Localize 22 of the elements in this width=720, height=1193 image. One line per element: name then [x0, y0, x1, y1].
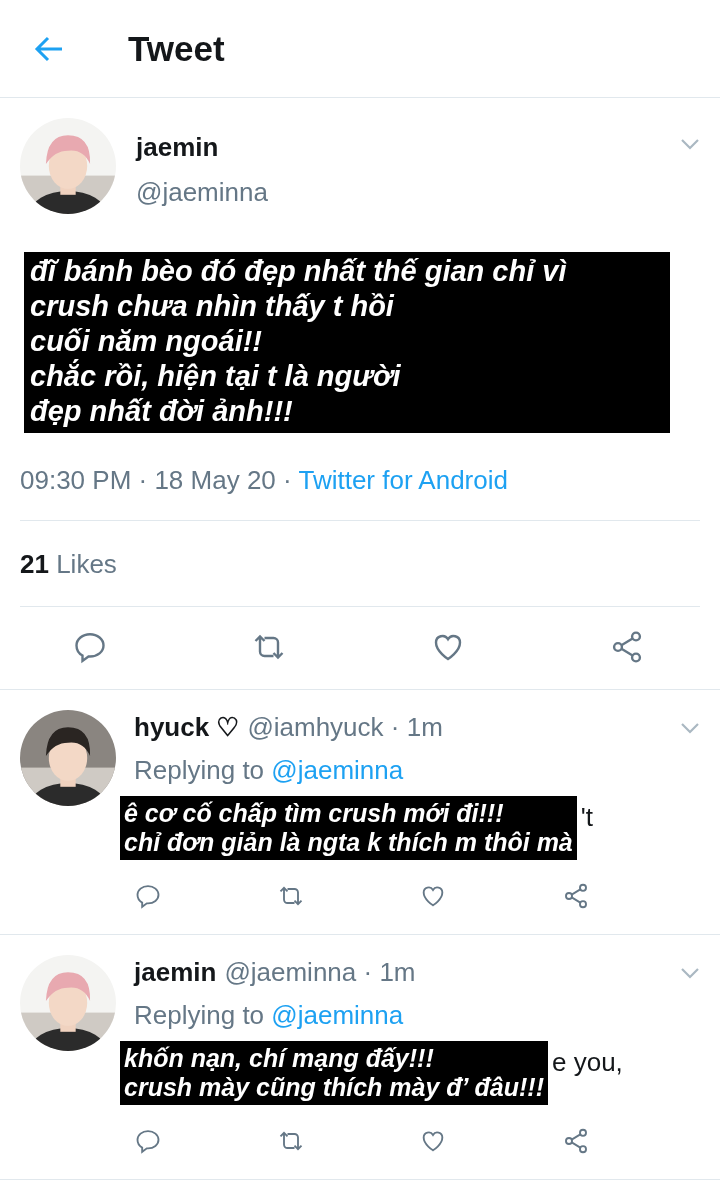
caption-overlay: khốn nạn, chí mạng đấy!!! crush mày cũng thích mày đ’ đâu!!!	[120, 1041, 548, 1105]
caption-overlay: ê cơ cố chấp tìm crush mới đi!!! chỉ đơn giản là ngta k thích m thôi mà	[120, 796, 577, 860]
reply-icon[interactable]	[134, 1127, 162, 1155]
user-name[interactable]: jaemin	[134, 957, 217, 988]
mention-link[interactable]: @jaeminna	[271, 1000, 404, 1030]
source-link[interactable]: Twitter for Android	[298, 465, 508, 495]
replying-to-line: Replying to @jaeminna	[134, 1000, 405, 1031]
page-title: Tweet	[128, 28, 225, 69]
user-name[interactable]: hyuck ♡	[134, 712, 240, 743]
user-name[interactable]: jaemin	[136, 132, 660, 163]
mention-link[interactable]: @jaeminna	[271, 755, 404, 785]
replying-to-line: Replying to @jaeminna	[134, 755, 405, 786]
tweet-text-fragment: e you,	[552, 1047, 623, 1078]
reply-icon[interactable]	[134, 882, 162, 910]
likes-count[interactable]: 21 Likes	[20, 549, 117, 579]
caption-overlay: đĩ bánh bèo đó đẹp nhất thế gian chỉ vì crush chưa nhìn thấy t hồi cuối năm ngoái!! chắc rồi, hiện tại t là người đẹp nhất đời ảnh!!!	[24, 252, 670, 433]
user-handle[interactable]: @jaeminna	[136, 177, 660, 208]
user-handle[interactable]: @jaeminna · 1m	[224, 957, 416, 988]
tweet-timestamp: 09:30 PM · 18 May 20 ·	[20, 465, 293, 495]
back-arrow-icon[interactable]	[34, 35, 64, 62]
user-handle[interactable]: @iamhyuck · 1m	[247, 712, 443, 743]
tweet-text-fragment: 't	[580, 802, 593, 833]
